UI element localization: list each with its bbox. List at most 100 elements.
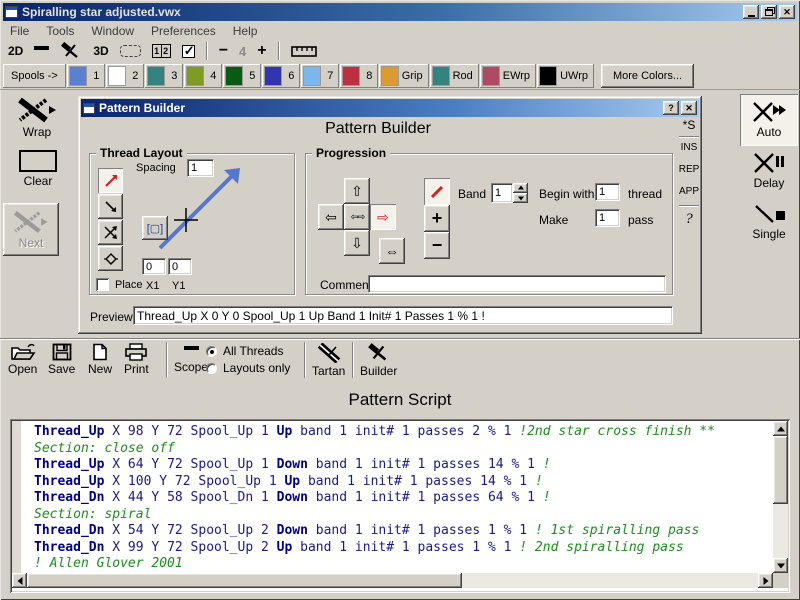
comment-input[interactable]: [368, 275, 666, 293]
save-button[interactable]: Save: [48, 343, 75, 376]
progression-title: Progression: [312, 146, 390, 160]
scroll-right-button[interactable]: [758, 573, 773, 588]
pattern-builder-dialog: Pattern Builder ? ✕ Pattern Builder Thre…: [78, 96, 702, 334]
menu-item-help[interactable]: Help: [233, 24, 258, 38]
clear-button[interactable]: Clear: [10, 150, 66, 188]
spool-tile-4[interactable]: 4: [184, 64, 222, 88]
spool-tile-6[interactable]: 6: [262, 64, 300, 88]
star-s-button[interactable]: *S: [678, 118, 700, 132]
spool-tile-3[interactable]: 3: [145, 64, 183, 88]
print-label: Print: [124, 362, 149, 376]
x1-input[interactable]: [142, 258, 166, 275]
progress-up-button[interactable]: ⇧: [344, 178, 370, 204]
preview-input[interactable]: [133, 306, 673, 325]
progress-both-button[interactable]: ⇦⇨: [344, 204, 370, 230]
script-segment-kw: Up: [284, 474, 300, 489]
auto-button[interactable]: Auto: [740, 94, 798, 146]
menu-item-preferences[interactable]: Preferences: [151, 24, 216, 38]
next-icon: [11, 210, 51, 234]
band-spin-down-button[interactable]: [513, 193, 528, 203]
minimize-button[interactable]: [743, 5, 759, 19]
spool-place-button[interactable]: [▢]: [142, 216, 168, 240]
mode-3d-button[interactable]: 3D: [93, 44, 108, 58]
vertical-scroll-thumb[interactable]: [773, 436, 788, 504]
one-two-view-icon[interactable]: 1 2: [152, 44, 171, 58]
place-checkbox[interactable]: [96, 278, 109, 291]
tools-hammer-icon[interactable]: [60, 42, 82, 60]
mode-2d-button[interactable]: 2D: [8, 44, 23, 58]
progress-swap-button[interactable]: ⇔: [379, 238, 405, 264]
layout-diag-down-button[interactable]: [98, 194, 123, 219]
band-spinner: [513, 183, 528, 203]
vertical-scrollbar[interactable]: [773, 421, 788, 573]
band-input[interactable]: [491, 183, 513, 203]
menu-item-file[interactable]: File: [10, 24, 29, 38]
dialog-help-button[interactable]: ?: [663, 101, 679, 115]
layout-diag-up-button[interactable]: [98, 168, 123, 193]
scroll-down-button[interactable]: [773, 558, 788, 573]
scope-radio-layouts-only[interactable]: Layouts only: [206, 361, 290, 375]
band-spin-up-button[interactable]: [513, 183, 528, 193]
zoom-out-button[interactable]: −: [219, 42, 228, 60]
rep-button[interactable]: REP: [678, 164, 700, 175]
ruler-icon[interactable]: [291, 45, 317, 57]
layout-cross-button[interactable]: [98, 220, 123, 245]
progress-down-button[interactable]: ⇩: [344, 230, 370, 256]
spool-brackets-icon: [▢]: [147, 222, 164, 235]
tartan-button[interactable]: Tartan: [312, 343, 345, 378]
ins-button[interactable]: INS: [678, 142, 700, 153]
new-button[interactable]: New: [88, 343, 112, 376]
selection-lasso-icon[interactable]: [120, 45, 141, 57]
horizontal-scroll-thumb[interactable]: [27, 573, 462, 588]
spool-swatch: [186, 66, 204, 86]
layers-icon[interactable]: [34, 46, 49, 57]
spool-tile-grip[interactable]: Grip: [379, 64, 429, 88]
scroll-left-button[interactable]: [12, 573, 27, 588]
spool-tile-1[interactable]: 1: [67, 64, 105, 88]
spool-swatch: [303, 66, 321, 86]
scope-radio-all-threads[interactable]: All Threads: [206, 344, 283, 358]
remove-button[interactable]: −: [424, 232, 450, 259]
y1-input[interactable]: [168, 258, 192, 275]
cross-arrows-icon: [103, 225, 119, 241]
dialog-help-glyph[interactable]: ?: [678, 211, 700, 228]
builder-button[interactable]: Builder: [360, 343, 397, 378]
single-button[interactable]: Single: [742, 203, 796, 241]
spool-tile-uwrp[interactable]: UWrp: [537, 64, 594, 88]
scope-icon: [184, 346, 199, 357]
draw-line-button[interactable]: [424, 178, 450, 205]
thread-layout-group: Thread Layout Spacing: [89, 153, 295, 295]
app-button[interactable]: APP: [678, 186, 700, 197]
progress-left-button[interactable]: ⇦: [318, 204, 344, 230]
restore-button[interactable]: [761, 5, 777, 19]
minus-icon: −: [432, 235, 443, 256]
scroll-up-button[interactable]: [773, 421, 788, 436]
more-colors-button[interactable]: More Colors...: [601, 64, 694, 88]
pattern-script-area[interactable]: Thread_Up X 98 Y 72 Spool_Up 1 Up band 1…: [10, 419, 790, 593]
horizontal-scrollbar[interactable]: [12, 573, 773, 588]
dialog-close-button[interactable]: ✕: [681, 101, 697, 115]
progress-right-button[interactable]: ⇨: [370, 204, 396, 230]
menu-item-tools[interactable]: Tools: [46, 24, 74, 38]
close-button[interactable]: ✕: [779, 5, 795, 19]
zoom-in-button[interactable]: +: [257, 42, 266, 60]
spool-tile-ewrp[interactable]: EWrp: [480, 64, 536, 88]
checkbox-edit-icon[interactable]: [182, 45, 195, 58]
wrap-button[interactable]: Wrap: [8, 97, 66, 139]
make-input[interactable]: [595, 209, 620, 227]
next-button[interactable]: Next: [3, 203, 59, 256]
layout-diamond-button[interactable]: [98, 246, 123, 271]
print-button[interactable]: Print: [124, 343, 149, 376]
spool-tile-5[interactable]: 5: [223, 64, 261, 88]
menu-item-window[interactable]: Window: [91, 24, 134, 38]
add-button[interactable]: +: [424, 205, 450, 232]
spool-tile-8[interactable]: 8: [340, 64, 378, 88]
begin-with-input[interactable]: [595, 183, 620, 201]
spool-tile-2[interactable]: 2: [106, 64, 144, 88]
main-toolbar: 2D 3D 1 2 − 4 +: [0, 40, 800, 62]
spool-tile-rod[interactable]: Rod: [430, 64, 479, 88]
open-button[interactable]: Open: [8, 343, 37, 376]
script-line: Thread_Up X 64 Y 72 Spool_Up 1 Down band…: [34, 457, 715, 474]
delay-button[interactable]: Delay: [742, 152, 796, 190]
spool-tile-7[interactable]: 7: [301, 64, 339, 88]
